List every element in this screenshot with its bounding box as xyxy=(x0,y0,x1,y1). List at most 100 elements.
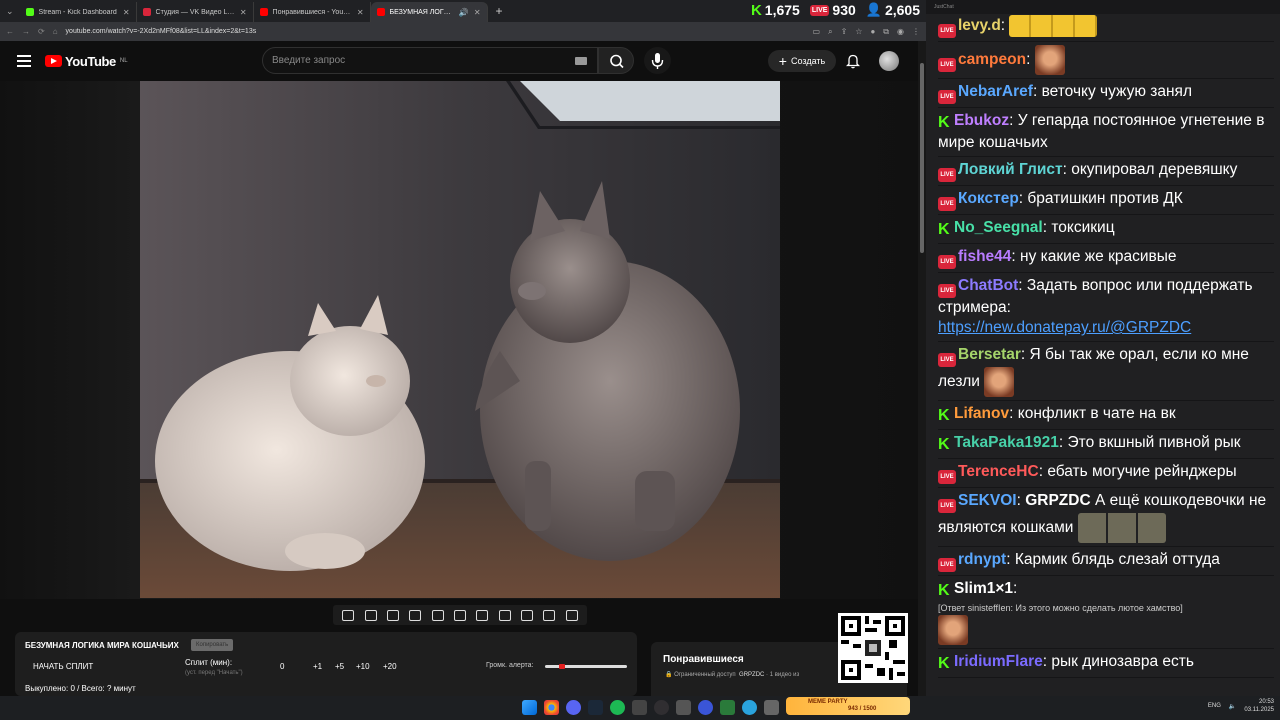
chat-link[interactable]: https://new.donatepay.ru/@GRPZDC xyxy=(938,319,1191,336)
kick-logo-icon: K xyxy=(938,582,950,600)
url-field[interactable]: youtube.com/watch?v=-2Xd2nMFf08&list=LL&… xyxy=(66,28,805,35)
telegram-icon[interactable] xyxy=(742,700,757,715)
chat-username[interactable]: campeon xyxy=(958,51,1026,68)
account-avatar[interactable] xyxy=(879,51,899,71)
language-indicator[interactable]: ENG xyxy=(1208,703,1221,709)
create-button[interactable]: + Создать xyxy=(768,50,836,72)
discord-icon[interactable] xyxy=(566,700,581,715)
app-icon[interactable] xyxy=(632,700,647,715)
chat-username[interactable]: levy.d xyxy=(958,17,1001,34)
chat-username[interactable]: SEKVOI xyxy=(958,492,1017,509)
chat-username[interactable]: fishe44 xyxy=(958,248,1011,265)
extension-icon[interactable]: ● xyxy=(870,27,875,37)
split-value[interactable]: 0 xyxy=(280,662,284,671)
windows-start-icon[interactable] xyxy=(522,700,537,715)
window-icon[interactable] xyxy=(476,609,489,621)
install-icon[interactable]: ▭ xyxy=(813,27,821,37)
tab-close-icon[interactable]: ✕ xyxy=(357,8,364,17)
alert-volume-slider[interactable] xyxy=(545,664,627,669)
copy-button[interactable]: Копировать xyxy=(191,639,234,651)
qr-code-image xyxy=(841,616,905,680)
back-icon[interactable]: ← xyxy=(6,27,14,36)
chat-username[interactable]: TakaPaka1921 xyxy=(954,434,1059,451)
notifications-bell-icon[interactable] xyxy=(846,53,860,69)
kick-logo-icon: K xyxy=(750,1,762,19)
add-20-button[interactable]: +20 xyxy=(383,662,397,671)
app-icon[interactable] xyxy=(720,700,735,715)
steam-icon[interactable] xyxy=(588,700,603,715)
tab-youtube-liked[interactable]: Понравившиеся - YouTube ✕ xyxy=(254,2,371,22)
crop-icon[interactable] xyxy=(453,609,466,621)
voice-search-button[interactable] xyxy=(644,47,671,74)
video-frame[interactable] xyxy=(140,81,780,598)
browser-menu-icon[interactable]: ⋮ xyxy=(912,27,920,37)
chat-username[interactable]: No_Seegnal xyxy=(954,219,1043,236)
spotify-icon[interactable] xyxy=(610,700,625,715)
playlist-owner[interactable]: GRPZDC xyxy=(739,672,764,678)
media-player-icon[interactable] xyxy=(698,700,713,715)
camera-icon[interactable] xyxy=(409,609,422,621)
search-input[interactable]: Введите запрос xyxy=(262,47,598,74)
chat-username[interactable]: IridiumFlare xyxy=(954,653,1043,670)
screenshot-icon[interactable] xyxy=(543,609,556,621)
zoom-icon[interactable]: ⌕ xyxy=(828,27,832,37)
video-player[interactable] xyxy=(0,81,918,599)
volume-icon[interactable]: 🔈 xyxy=(1229,703,1236,710)
loop-icon[interactable] xyxy=(342,609,355,621)
youtube-logo[interactable]: YouTube NL xyxy=(45,54,128,69)
tab-kick-dashboard[interactable]: Stream - Kick Dashboard ✕ xyxy=(20,2,137,22)
chat-text: окупировал деревяшку xyxy=(1071,161,1238,179)
tab-search-icon[interactable]: ⌄ xyxy=(0,6,20,17)
reload-icon[interactable]: ⟳ xyxy=(38,27,45,36)
volume-slider-handle[interactable] xyxy=(559,664,565,669)
clapper-icon[interactable] xyxy=(431,609,444,621)
chat-username[interactable]: TerenceHC xyxy=(958,463,1039,480)
chat-username[interactable]: NebarAref xyxy=(958,83,1033,100)
search-button[interactable] xyxy=(598,47,634,74)
meme-party-widget[interactable]: MEME PARTY 943 / 1500 xyxy=(786,697,910,715)
add-5-button[interactable]: +5 xyxy=(335,662,344,671)
tab-current-video[interactable]: БЕЗУМНАЯ ЛОГИКА МИ... 🔊 ✕ xyxy=(370,2,488,22)
app-icon[interactable] xyxy=(764,700,779,715)
speed-icon[interactable] xyxy=(498,609,511,621)
add-10-button[interactable]: +10 xyxy=(356,662,370,671)
menu-icon[interactable] xyxy=(17,55,31,67)
bookmark-star-icon[interactable]: ☆ xyxy=(855,27,862,37)
new-tab-button[interactable]: + xyxy=(488,4,511,18)
tab-close-icon[interactable]: ✕ xyxy=(123,8,130,17)
sort-icon[interactable] xyxy=(364,609,377,621)
clock[interactable]: 20:53 03.11.2025 xyxy=(1244,698,1274,714)
extensions-puzzle-icon[interactable]: ⧉ xyxy=(883,27,889,37)
settings-gear-icon[interactable] xyxy=(565,609,578,621)
audio-icon[interactable] xyxy=(386,609,399,621)
keyboard-icon[interactable] xyxy=(575,57,587,65)
chat-username[interactable]: Кокстер xyxy=(958,190,1019,207)
chat-username[interactable]: Lifanov xyxy=(954,405,1009,422)
forward-icon[interactable]: → xyxy=(22,27,30,36)
chrome-icon[interactable] xyxy=(544,700,559,715)
obs-icon[interactable] xyxy=(654,700,669,715)
add-icon[interactable] xyxy=(521,609,534,621)
add-1-button[interactable]: +1 xyxy=(313,662,322,671)
share-icon[interactable]: ⇪ xyxy=(841,27,848,37)
chat-colon: : xyxy=(1062,161,1072,179)
start-split-button[interactable]: НАЧАТЬ СПЛИТ xyxy=(33,662,93,671)
chat-colon: : xyxy=(1018,277,1027,295)
chat-message: K IridiumFlare: рык динозавра есть xyxy=(938,649,1274,679)
tab-close-icon[interactable]: ✕ xyxy=(240,8,247,17)
chat-username[interactable]: Slim1×1 xyxy=(954,580,1013,597)
home-icon[interactable]: ⌂ xyxy=(53,27,58,36)
speaker-icon[interactable]: 🔊 xyxy=(459,8,469,17)
chat-username[interactable]: rdnypt xyxy=(958,551,1006,568)
chat-username[interactable]: ChatBot xyxy=(958,277,1018,294)
profile-icon[interactable]: ◉ xyxy=(897,27,904,37)
chat-mention[interactable]: GRPZDC xyxy=(1025,492,1095,509)
chat-username[interactable]: Ловкий Глист xyxy=(958,161,1063,178)
chat-username[interactable]: Bersetar xyxy=(958,346,1021,363)
tab-vk-studio[interactable]: Студия — VK Видео Live ✕ xyxy=(137,2,254,22)
chat-username[interactable]: Ebukoz xyxy=(954,112,1009,129)
page-scrollbar[interactable] xyxy=(918,41,926,696)
app-icon[interactable] xyxy=(676,700,691,715)
tab-close-icon[interactable]: ✕ xyxy=(474,8,481,17)
playlist-title[interactable]: Понравившиеся xyxy=(663,654,744,665)
